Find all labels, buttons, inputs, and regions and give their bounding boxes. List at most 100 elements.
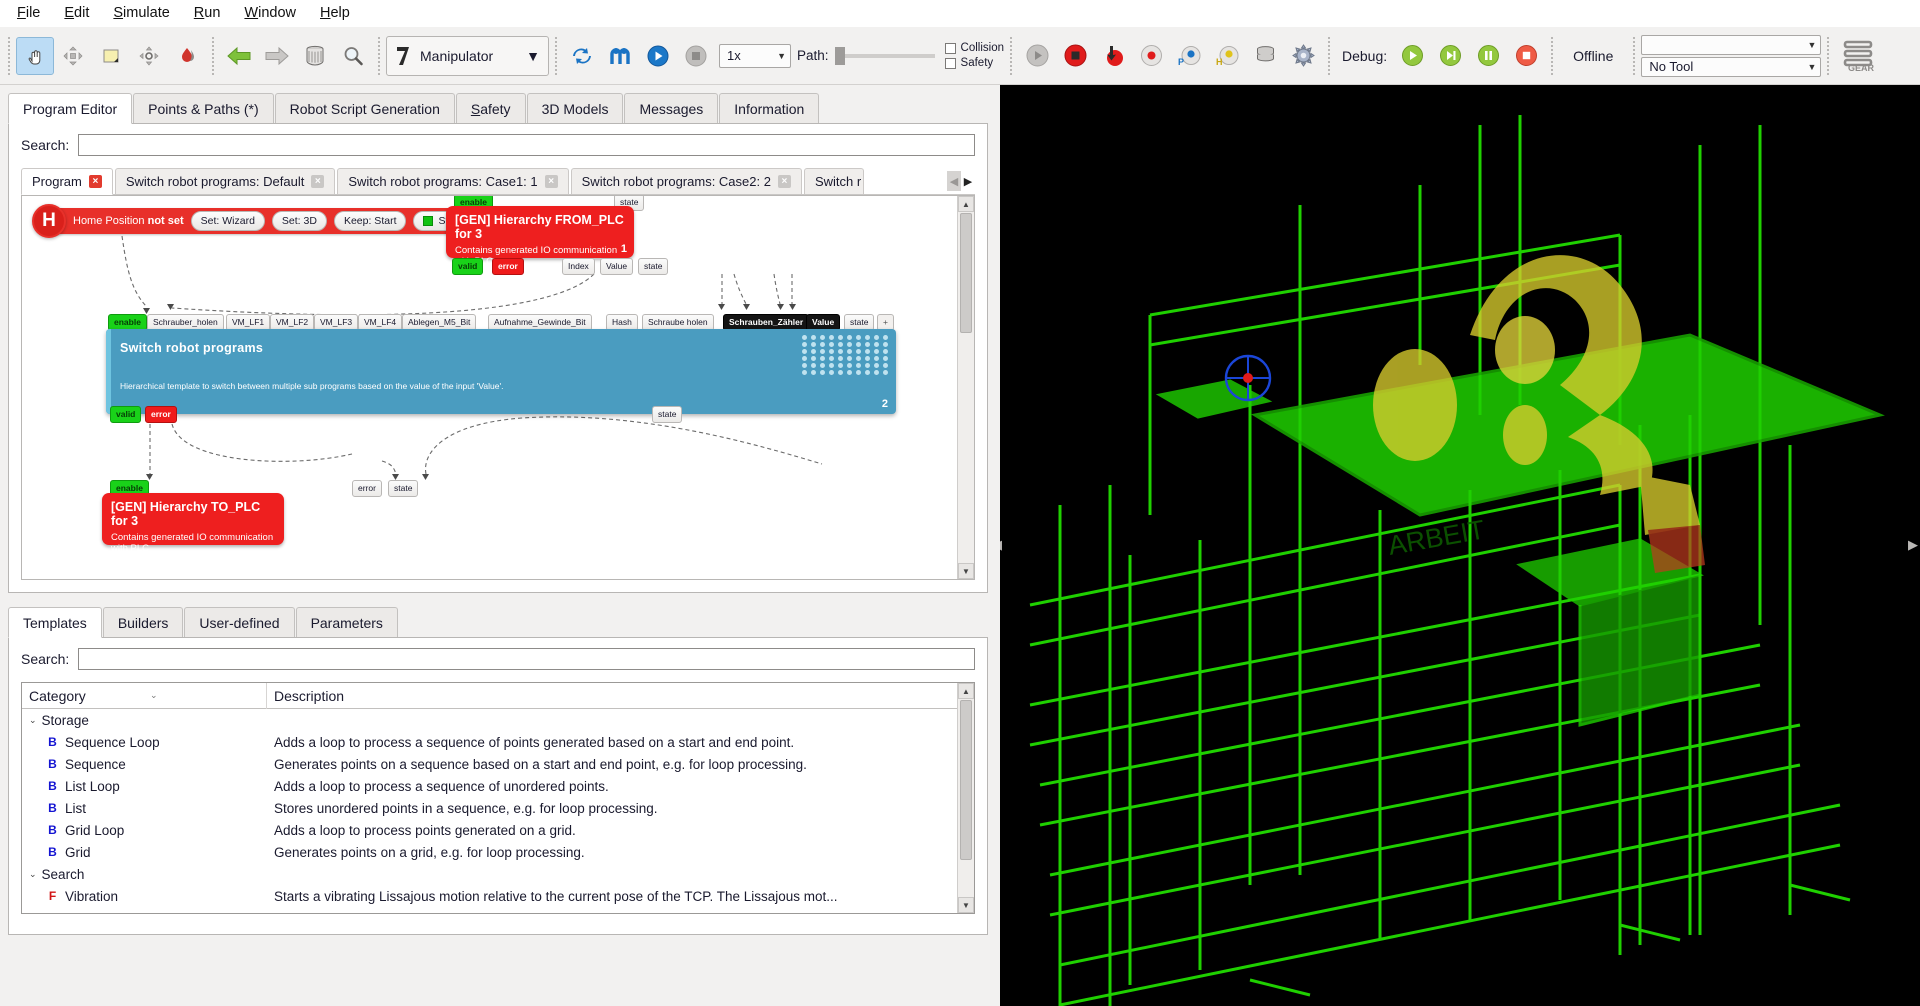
rotate-pivot-icon[interactable]	[130, 37, 168, 75]
path-slider[interactable]	[834, 46, 935, 65]
step-joints-icon[interactable]	[601, 37, 639, 75]
settings-gear-icon[interactable]	[1284, 37, 1322, 75]
connect-stop-icon[interactable]	[1056, 37, 1094, 75]
node-hierarchy-to-plc[interactable]: [GEN] Hierarchy TO_PLC for 3 Contains ge…	[102, 493, 284, 554]
table-row[interactable]: B Sequence Loop Adds a loop to process a …	[22, 731, 974, 753]
close-icon[interactable]: ×	[544, 175, 558, 188]
manipulator-selector[interactable]: Manipulator ▼	[386, 35, 549, 76]
scroll-up-icon[interactable]: ▲	[958, 196, 974, 212]
scroll-up-icon[interactable]: ▲	[958, 683, 974, 699]
tab-3d-models[interactable]: 3D Models	[526, 93, 624, 123]
rectangle-select-icon[interactable]	[92, 37, 130, 75]
tab-information[interactable]: Information	[719, 93, 820, 123]
tool-combo-bottom[interactable]: No Tool ▼	[1641, 56, 1822, 77]
move-icon[interactable]	[54, 37, 92, 75]
tab-parameters[interactable]: Parameters	[295, 607, 398, 637]
scroll-down-icon[interactable]: ▼	[958, 897, 974, 913]
group-row-storage[interactable]: ⌄ Storage	[22, 709, 974, 731]
node-hierarchy-from-plc[interactable]: [GEN] Hierarchy FROM_PLC for 3 Contains …	[446, 206, 634, 267]
set-wizard-button[interactable]: Set: Wizard	[190, 211, 265, 231]
zoom-icon[interactable]	[334, 37, 372, 75]
table-vertical-scrollbar[interactable]: ▲ ▼	[957, 683, 974, 913]
table-row[interactable]: B Grid Generates points on a grid, e.g. f…	[22, 841, 974, 863]
templates-search-input[interactable]	[78, 648, 975, 670]
set-3d-button[interactable]: Set: 3D	[271, 211, 327, 231]
table-row[interactable]: B List Loop Adds a loop to process a sequ…	[22, 775, 974, 797]
connect-play-icon[interactable]	[1018, 37, 1056, 75]
scrollbar-thumb[interactable]	[960, 700, 972, 860]
tab-points-paths[interactable]: Points & Paths (*)	[133, 93, 274, 123]
download-icon[interactable]	[1094, 37, 1132, 75]
select-hand-icon[interactable]	[16, 36, 54, 75]
program-graph-canvas[interactable]: H Home Position not set Set: Wizard Set:…	[21, 195, 975, 580]
close-icon[interactable]: ×	[777, 175, 791, 188]
close-icon[interactable]: ×	[88, 175, 102, 188]
tab-templates[interactable]: Templates	[8, 607, 102, 638]
chevron-down-icon[interactable]: ⌄	[29, 715, 37, 726]
record-home-icon[interactable]: H	[1208, 37, 1246, 75]
record-point-icon[interactable]: P	[1170, 37, 1208, 75]
menu-item-edit[interactable]: Edit	[53, 2, 100, 25]
chip-value-out[interactable]: Value	[600, 258, 634, 275]
chip-to-plc-state[interactable]: state	[388, 480, 419, 497]
chip-error-from-plc[interactable]: error	[492, 258, 524, 275]
menu-item-simulate[interactable]: Simulate	[102, 2, 180, 25]
column-header-description[interactable]: Description	[267, 688, 344, 704]
tab-messages[interactable]: Messages	[624, 93, 719, 123]
record-icon[interactable]	[1132, 37, 1170, 75]
collapse-left-icon[interactable]: ◀	[1000, 537, 1002, 553]
column-header-category[interactable]: Category ⌄	[22, 683, 267, 709]
menu-item-help[interactable]: Help	[309, 2, 361, 25]
speed-combo[interactable]: 1x ▼	[719, 43, 791, 68]
table-row[interactable]: FSpiral Search Relative Starts a spiral …	[22, 907, 974, 914]
tab-user-defined[interactable]: User-defined	[184, 607, 295, 637]
tab-scroll-left-icon[interactable]: ◀	[947, 171, 961, 191]
menu-item-window[interactable]: Window	[233, 2, 307, 25]
chip-out-error[interactable]: error	[145, 406, 177, 423]
chip-state-out[interactable]: state	[638, 258, 669, 275]
debug-stop-icon[interactable]	[1507, 37, 1545, 75]
tool-combo-top[interactable]: ▼	[1641, 34, 1822, 55]
debug-pause-icon[interactable]	[1469, 37, 1507, 75]
debug-run-icon[interactable]	[1393, 37, 1431, 75]
chip-out-valid[interactable]: valid	[110, 406, 142, 423]
keep-start-button[interactable]: Keep: Start	[333, 211, 407, 231]
tab-safety[interactable]: Safety	[455, 93, 526, 123]
chip-out-state[interactable]: state	[652, 406, 683, 423]
chip-to-plc-error[interactable]: error	[352, 480, 382, 497]
editor-search-input[interactable]	[78, 134, 975, 156]
close-icon[interactable]: ×	[311, 175, 325, 188]
program-tab-default[interactable]: Switch robot programs: Default ×	[114, 168, 336, 194]
group-row-search[interactable]: ⌄ Search	[22, 863, 974, 885]
tab-robot-script-generation[interactable]: Robot Script Generation	[274, 93, 455, 123]
table-row[interactable]: B Grid Loop Adds a loop to process points…	[22, 819, 974, 841]
program-tab-case1[interactable]: Switch robot programs: Case1: 1 ×	[337, 168, 569, 194]
menu-item-file[interactable]: FFileile	[6, 2, 51, 25]
program-tab-overflow[interactable]: Switch r	[803, 168, 864, 194]
flame-icon[interactable]	[168, 37, 206, 75]
tab-scroll-right-icon[interactable]: ▶	[961, 171, 975, 191]
stop-icon[interactable]	[677, 37, 715, 75]
trash-icon[interactable]	[296, 37, 334, 75]
forward-arrow-icon[interactable]	[258, 37, 296, 75]
database-icon[interactable]	[1246, 37, 1284, 75]
safety-checkbox[interactable]: Safety	[944, 57, 1004, 69]
menu-item-run[interactable]: Run	[183, 2, 232, 25]
collapse-right-icon[interactable]: ▶	[1908, 537, 1918, 553]
play-icon[interactable]	[639, 37, 677, 75]
node-switch-robot-programs[interactable]: Switch robot programs Hierarchical templ…	[106, 329, 896, 414]
tab-program-editor[interactable]: Program Editor	[8, 93, 133, 124]
layers-icon[interactable]: GEAR	[1835, 37, 1881, 75]
program-tab-program[interactable]: Program ×	[21, 168, 113, 195]
table-row[interactable]: F Vibration Starts a vibrating Lissajous …	[22, 885, 974, 907]
debug-step-icon[interactable]	[1431, 37, 1469, 75]
tab-builders[interactable]: Builders	[102, 607, 184, 637]
chip-index-out[interactable]: Index	[562, 258, 595, 275]
scroll-down-icon[interactable]: ▼	[958, 563, 974, 579]
scrollbar-thumb[interactable]	[960, 213, 972, 333]
canvas-vertical-scrollbar[interactable]: ▲ ▼	[957, 196, 974, 579]
3d-viewport[interactable]: ARBEIT ◀ ▶	[1000, 85, 1920, 1006]
chip-valid-from-plc[interactable]: valid	[452, 258, 484, 275]
collision-checkbox[interactable]: Collision	[944, 42, 1004, 54]
back-arrow-icon[interactable]	[220, 37, 258, 75]
